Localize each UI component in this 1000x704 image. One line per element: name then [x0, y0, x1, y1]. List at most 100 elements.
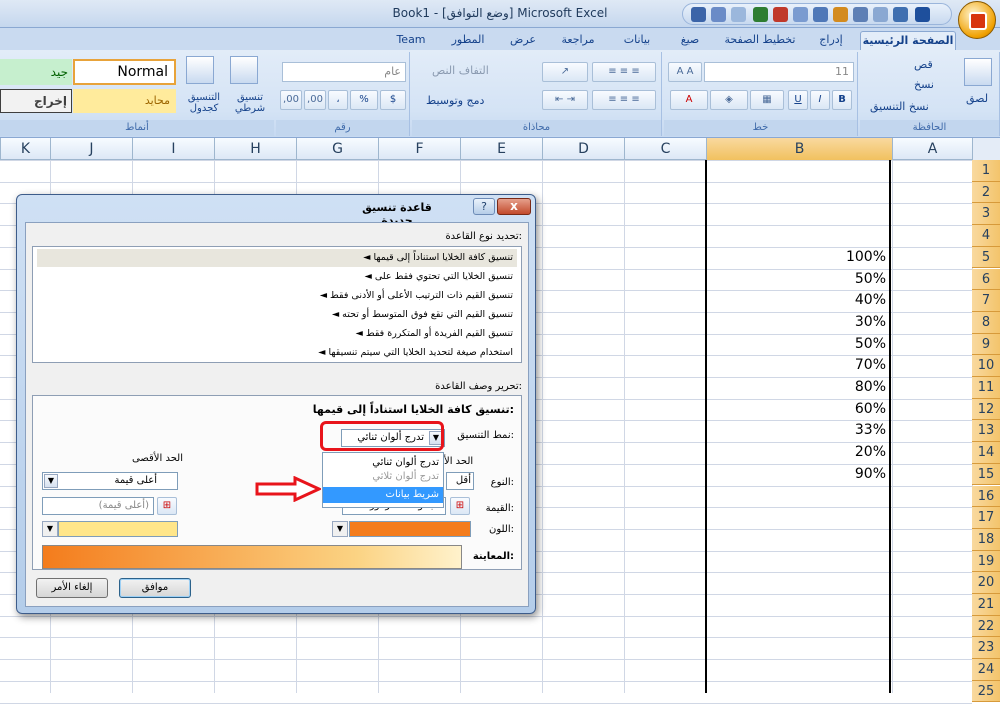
- format-as-table-button[interactable]: التنسيق كجدول: [180, 92, 228, 114]
- row-header[interactable]: 3: [972, 203, 1000, 226]
- bold-button[interactable]: B: [832, 90, 852, 110]
- style-neutral[interactable]: محايد: [73, 89, 176, 113]
- increase-decimal-button[interactable]: ,00: [304, 90, 326, 110]
- undo-icon[interactable]: [711, 7, 726, 22]
- italic-button[interactable]: I: [810, 90, 830, 110]
- row-header[interactable]: 13: [972, 420, 1000, 443]
- tab-team[interactable]: Team: [388, 31, 434, 50]
- font-color-button[interactable]: A: [670, 90, 708, 110]
- row-header[interactable]: 1: [972, 160, 1000, 182]
- print-icon[interactable]: [873, 7, 888, 22]
- paste-button[interactable]: لصق: [966, 92, 988, 105]
- wrap-text-button[interactable]: التفاف النص: [432, 64, 489, 77]
- conditional-format-button[interactable]: تنسيق شرطي: [230, 92, 270, 114]
- cell-b[interactable]: 20%: [706, 444, 888, 460]
- cell-b[interactable]: 30%: [706, 314, 888, 330]
- row-header[interactable]: 18: [972, 528, 1000, 551]
- tab-home[interactable]: الصفحة الرئيسية: [860, 31, 956, 50]
- currency-button[interactable]: $: [380, 90, 406, 110]
- number-format-box[interactable]: عام: [282, 62, 406, 82]
- preview-icon[interactable]: [893, 7, 908, 22]
- column-header-h[interactable]: H: [214, 138, 296, 160]
- cell-b[interactable]: 60%: [706, 401, 888, 417]
- save-icon[interactable]: [691, 7, 706, 22]
- row-header[interactable]: 11: [972, 377, 1000, 399]
- rule-type-item[interactable]: ◄ تنسيق القيم الفريدة أو المتكررة فقط: [37, 325, 517, 343]
- cell-b[interactable]: 50%: [706, 271, 888, 287]
- min-value-picker-icon[interactable]: ⊞: [450, 497, 470, 515]
- column-header-i[interactable]: I: [132, 138, 214, 160]
- cut-button[interactable]: قص: [914, 58, 933, 71]
- column-header-b[interactable]: B: [706, 138, 892, 160]
- row-header[interactable]: 16: [972, 485, 1000, 508]
- row-header[interactable]: 9: [972, 333, 1000, 356]
- style-output[interactable]: إخراج: [0, 89, 72, 113]
- tab-formulas[interactable]: صيغ: [668, 31, 712, 50]
- redo-icon[interactable]: [731, 7, 746, 22]
- format-table-icon[interactable]: [186, 56, 214, 84]
- cell-b[interactable]: 80%: [706, 379, 888, 395]
- row-header[interactable]: 20: [972, 572, 1000, 594]
- chart-icon[interactable]: [773, 7, 788, 22]
- row-header[interactable]: 7: [972, 290, 1000, 312]
- sort-icon[interactable]: [793, 7, 808, 22]
- excel-icon[interactable]: [753, 7, 768, 22]
- merge-center-button[interactable]: دمج وتوسيط: [426, 94, 484, 107]
- row-header[interactable]: 12: [972, 398, 1000, 421]
- fill-color-button[interactable]: ◈: [710, 90, 748, 110]
- row-header[interactable]: 24: [972, 659, 1000, 681]
- cell-b[interactable]: 100%: [706, 249, 888, 265]
- office-button[interactable]: [958, 1, 996, 39]
- row-header[interactable]: 14: [972, 442, 1000, 464]
- row-header[interactable]: 4: [972, 225, 1000, 247]
- max-color-swatch[interactable]: [58, 521, 178, 537]
- row-header[interactable]: 23: [972, 637, 1000, 660]
- row-header[interactable]: 8: [972, 311, 1000, 334]
- dialog-close-button[interactable]: x: [497, 198, 531, 215]
- rule-type-item[interactable]: ◄ تنسيق القيم ذات الترتيب الأعلى أو الأد…: [37, 287, 517, 305]
- rule-type-list[interactable]: ◄ تنسيق كافة الخلايا استناداً إلى قيمها …: [32, 246, 522, 363]
- rule-type-item[interactable]: ◄ تنسيق القيم التي تقع فوق المتوسط أو تح…: [37, 306, 517, 324]
- select-all-corner[interactable]: [972, 138, 1000, 160]
- percent-button[interactable]: %: [350, 90, 378, 110]
- column-header-j[interactable]: J: [50, 138, 132, 160]
- style-normal[interactable]: Normal: [73, 59, 176, 85]
- cell-b[interactable]: 40%: [706, 292, 888, 308]
- copy-button[interactable]: نسخ: [914, 78, 934, 91]
- format-style-option-selected[interactable]: شريط بيانات: [323, 487, 443, 503]
- column-header-d[interactable]: D: [542, 138, 624, 160]
- underline-button[interactable]: U: [788, 90, 808, 110]
- tab-view[interactable]: عرض: [502, 31, 544, 50]
- align-left-buttons[interactable]: ≡ ≡ ≡: [592, 90, 656, 110]
- ok-button[interactable]: موافق: [119, 578, 191, 598]
- orientation-button[interactable]: ↗: [542, 62, 588, 82]
- column-header-k[interactable]: K: [0, 138, 50, 160]
- row-header[interactable]: 10: [972, 355, 1000, 377]
- borders-button[interactable]: ▦: [750, 90, 784, 110]
- save-as-icon[interactable]: [915, 7, 930, 22]
- min-type-dropdown[interactable]: أقل: [446, 472, 474, 490]
- cancel-button[interactable]: إلغاء الأمر: [36, 578, 108, 598]
- format-icon[interactable]: [833, 7, 848, 22]
- format-style-option[interactable]: تدرج ألوان ثلاثي: [323, 469, 443, 485]
- chevron-down-icon[interactable]: ▼: [42, 521, 58, 537]
- column-header-a[interactable]: A: [892, 138, 972, 160]
- row-header[interactable]: 19: [972, 550, 1000, 573]
- cell-b[interactable]: 33%: [706, 422, 888, 438]
- tab-data[interactable]: بيانات: [612, 31, 662, 50]
- column-header-c[interactable]: C: [624, 138, 706, 160]
- chevron-down-icon[interactable]: ▼: [44, 474, 58, 488]
- rule-type-item[interactable]: ◄ استخدام صيغة لتحديد الخلايا التي سيتم …: [37, 344, 517, 362]
- tab-page-layout[interactable]: تخطيط الصفحة: [718, 31, 802, 50]
- font-size-box[interactable]: 11: [704, 62, 854, 82]
- dialog-help-button[interactable]: ?: [473, 198, 495, 215]
- max-type-dropdown[interactable]: أعلى قيمة ▼: [42, 472, 178, 490]
- paste-icon[interactable]: [964, 58, 992, 86]
- column-header-g[interactable]: G: [296, 138, 378, 160]
- row-header[interactable]: 2: [972, 181, 1000, 204]
- row-header[interactable]: 22: [972, 615, 1000, 638]
- row-header[interactable]: 15: [972, 463, 1000, 486]
- row-header[interactable]: 17: [972, 507, 1000, 529]
- max-value-picker-icon[interactable]: ⊞: [157, 497, 177, 515]
- chevron-down-icon[interactable]: ▼: [332, 521, 348, 537]
